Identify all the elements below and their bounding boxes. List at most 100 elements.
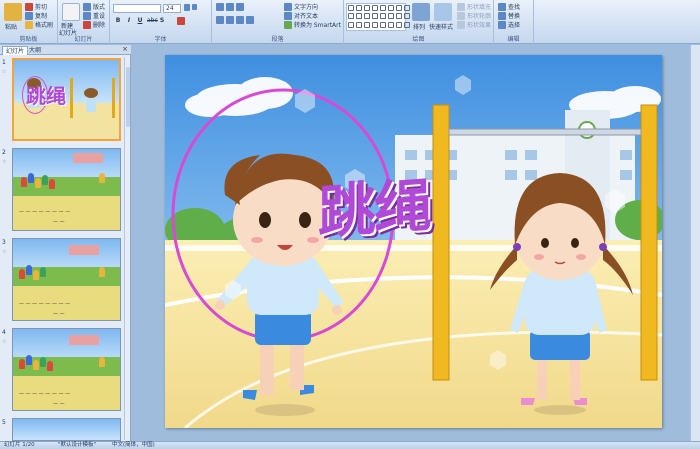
slide-thumbnail-1[interactable]: 跳绳 bbox=[12, 58, 121, 141]
copy-icon bbox=[25, 11, 33, 20]
shapes-gallery[interactable] bbox=[346, 3, 410, 31]
close-icon[interactable]: × bbox=[122, 45, 128, 53]
cut-button[interactable]: 剪切 bbox=[25, 2, 47, 11]
smartart-label: 转换为 SmartArt bbox=[294, 22, 341, 29]
underline-button[interactable]: U bbox=[136, 17, 144, 25]
thumb-number: 2 bbox=[2, 149, 6, 156]
align-text-icon bbox=[284, 11, 292, 20]
layout-label: 版式 bbox=[93, 4, 106, 11]
effects-icon bbox=[457, 20, 465, 29]
align-text-label: 对齐文本 bbox=[294, 13, 319, 20]
format-painter-label: 格式刷 bbox=[35, 22, 54, 29]
font-group-label: 字体 bbox=[154, 36, 167, 43]
scissors-icon bbox=[25, 2, 33, 11]
fill-icon bbox=[457, 2, 465, 11]
thumb-number: 4 bbox=[2, 329, 6, 336]
justify-icon bbox=[246, 16, 254, 24]
theme-name: "默认设计模板" bbox=[58, 442, 97, 448]
bold-button[interactable]: B bbox=[114, 17, 122, 25]
layout-button[interactable]: 版式 bbox=[83, 2, 105, 11]
align-text-button[interactable]: 对齐文本 bbox=[284, 11, 318, 20]
reset-button[interactable]: 重设 bbox=[83, 11, 105, 20]
shape-fill-button[interactable]: 形状填充 bbox=[457, 2, 491, 11]
align-button[interactable] bbox=[216, 16, 254, 24]
ribbon: 粘贴 剪切 复制 格式刷 剪贴板 新建 幻灯片 版式 重设 删除 幻灯片 24 … bbox=[0, 0, 700, 44]
slide-thumbnail-5[interactable] bbox=[12, 418, 121, 441]
text-direction-label: 文字方向 bbox=[294, 4, 319, 11]
slide-scrollbar[interactable] bbox=[690, 45, 700, 441]
font-size-combo[interactable]: 24 bbox=[163, 4, 181, 13]
bullets-button[interactable] bbox=[216, 3, 244, 11]
layout-icon bbox=[83, 2, 91, 11]
select-label: 选择 bbox=[508, 22, 521, 29]
numbering-icon bbox=[226, 3, 234, 11]
slide-thumbnail-4[interactable]: — — — — — — — — — — bbox=[12, 328, 121, 411]
tab-outline[interactable]: 大纲 bbox=[26, 46, 44, 55]
slide-thumbnail-3[interactable]: — — — — — — — — — — bbox=[12, 238, 121, 321]
shrink-font-button[interactable] bbox=[192, 4, 197, 10]
slide-title[interactable]: 跳绳 bbox=[318, 158, 430, 250]
find-button[interactable]: 查找 bbox=[498, 2, 520, 11]
delete-slide-button[interactable]: 删除 bbox=[83, 20, 105, 29]
shrink-font-icon bbox=[192, 4, 197, 10]
slide-canvas[interactable]: 跳绳 bbox=[165, 55, 662, 428]
copy-button[interactable]: 复制 bbox=[25, 11, 47, 20]
arrange-icon[interactable] bbox=[412, 3, 430, 21]
status-bar: 幻灯片 1/20 "默认设计模板" 中文(简体，中国) bbox=[0, 441, 700, 449]
quick-styles-button[interactable]: 快速样式 bbox=[429, 22, 453, 31]
shape-outline-button[interactable]: 形状轮廓 bbox=[457, 11, 491, 20]
smartart-button[interactable]: 转换为 SmartArt bbox=[284, 20, 341, 29]
strikethrough-button[interactable]: abc bbox=[147, 17, 158, 25]
align-left-icon bbox=[216, 16, 224, 24]
shape-outline-label: 形状轮廓 bbox=[467, 13, 492, 20]
smartart-icon bbox=[284, 20, 292, 29]
animation-star-icon: ☆ bbox=[2, 69, 7, 75]
text-direction-button[interactable]: 文字方向 bbox=[284, 2, 318, 11]
grow-font-icon bbox=[184, 4, 190, 11]
font-format-row: B I U abc S bbox=[114, 17, 185, 25]
animation-star-icon: ☆ bbox=[2, 159, 7, 165]
slide-thumbnail-2[interactable]: — — — — — — — — — — bbox=[12, 148, 121, 231]
cut-label: 剪切 bbox=[35, 4, 48, 11]
shape-fill-label: 形状填充 bbox=[467, 4, 492, 11]
replace-icon bbox=[498, 11, 506, 20]
reset-icon bbox=[83, 11, 91, 20]
align-right-icon bbox=[236, 16, 244, 24]
font-name-combo[interactable] bbox=[113, 4, 161, 13]
animation-star-icon: ☆ bbox=[2, 249, 7, 255]
align-center-icon bbox=[226, 16, 234, 24]
outline-icon bbox=[457, 11, 465, 20]
thumb-number: 5 bbox=[2, 419, 6, 426]
paste-button[interactable]: 粘贴 bbox=[5, 22, 17, 31]
brush-icon bbox=[25, 20, 33, 29]
clipboard-group: 粘贴 剪切 复制 格式刷 剪贴板 bbox=[0, 0, 58, 44]
editing-group: 查找 替换 选择 编辑 bbox=[494, 0, 534, 44]
replace-button[interactable]: 替换 bbox=[498, 11, 520, 20]
font-color-icon[interactable] bbox=[177, 17, 185, 25]
slides-group-label: 幻灯片 bbox=[74, 36, 93, 43]
italic-button[interactable]: I bbox=[125, 17, 133, 25]
select-button[interactable]: 选择 bbox=[498, 20, 520, 29]
drawing-group: 排列 快速样式 形状填充 形状轮廓 形状效果 绘图 bbox=[344, 0, 494, 44]
shadow-button[interactable]: S bbox=[158, 17, 166, 25]
paste-icon[interactable] bbox=[4, 3, 22, 21]
editing-group-label: 编辑 bbox=[507, 36, 520, 43]
paragraph-group-label: 段落 bbox=[271, 36, 284, 43]
quick-styles-icon[interactable] bbox=[434, 3, 452, 21]
language-status: 中文(简体，中国) bbox=[112, 442, 155, 448]
shape-effects-button[interactable]: 形状效果 bbox=[457, 20, 491, 29]
paragraph-group: 文字方向 对齐文本 转换为 SmartArt 段落 bbox=[212, 0, 344, 44]
text-direction-icon bbox=[284, 2, 292, 11]
grow-font-button[interactable] bbox=[184, 4, 190, 11]
delete-label: 删除 bbox=[93, 22, 106, 29]
delete-icon bbox=[83, 20, 91, 29]
drawing-group-label: 绘图 bbox=[412, 36, 425, 43]
tab-slides[interactable]: 幻灯片 bbox=[2, 46, 29, 55]
pane-scrollbar-thumb[interactable] bbox=[126, 67, 130, 127]
slides-pane: 幻灯片 大纲 × 1 ☆ 跳绳 2 ☆ — — — — — — — — — — … bbox=[0, 45, 131, 441]
pane-scrollbar[interactable] bbox=[124, 57, 130, 440]
new-slide-icon[interactable] bbox=[62, 3, 80, 21]
arrange-button[interactable]: 排列 bbox=[413, 22, 425, 31]
indent-icon bbox=[236, 3, 244, 11]
format-painter-button[interactable]: 格式刷 bbox=[25, 20, 53, 29]
